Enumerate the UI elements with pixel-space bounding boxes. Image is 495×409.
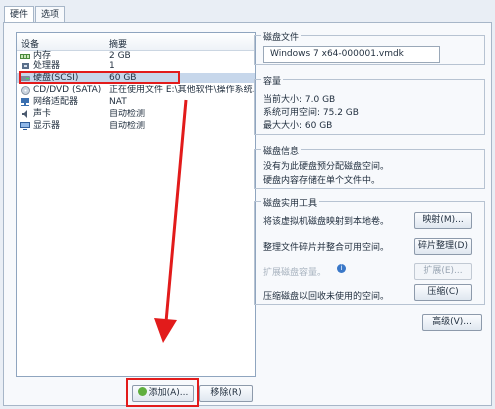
disk-file-field[interactable]: Windows 7 x64-000001.vmdk [263, 46, 440, 63]
remove-button[interactable]: 移除(R) [199, 385, 253, 402]
defrag-button[interactable]: 碎片整理(D) [414, 238, 472, 255]
device-list-header: 设备 摘要 [17, 33, 255, 51]
map-button[interactable]: 映射(M)... [414, 212, 472, 229]
compact-description: 压缩磁盘以回收未使用的空间。 [263, 292, 390, 302]
disk-utilities-group: 磁盘实用工具 将该虚拟机磁盘映射到本地卷。 映射(M)... 整理文件碎片并整合… [254, 196, 485, 305]
advanced-button[interactable]: 高级(V)... [422, 314, 482, 331]
available-space: 系统可用空间: 75.2 GB [263, 108, 359, 118]
summary-column-header[interactable]: 摘要 [109, 37, 127, 50]
device-summary: 自动检测 [109, 121, 146, 131]
device-row-memory[interactable]: 内存 2 GB [17, 51, 255, 61]
capacity-title: 容量 [261, 74, 284, 87]
expand-button[interactable]: 扩展(E)... [414, 263, 472, 280]
cpu-icon [20, 62, 30, 70]
disk-file-group: 磁盘文件 Windows 7 x64-000001.vmdk [254, 30, 485, 65]
defrag-description: 整理文件碎片并整合可用空间。 [263, 243, 390, 253]
network-icon [20, 98, 30, 106]
device-summary: 2 GB [109, 51, 131, 61]
disk-file-title: 磁盘文件 [261, 30, 302, 43]
device-row-display[interactable]: 显示器 自动检测 [17, 121, 255, 131]
current-size: 当前大小: 7.0 GB [263, 95, 336, 105]
disk-info-line-2: 硬盘内容存储在单个文件中。 [263, 176, 381, 186]
tab-options[interactable]: 选项 [35, 6, 66, 22]
capacity-group: 容量 当前大小: 7.0 GB 系统可用空间: 75.2 GB 最大大小: 60… [254, 74, 485, 135]
disk-utilities-title: 磁盘实用工具 [261, 196, 320, 209]
device-name: 处理器 [33, 61, 61, 71]
memory-icon [20, 52, 30, 60]
sound-icon [20, 110, 30, 118]
info-icon: i [337, 264, 346, 273]
compact-button[interactable]: 压缩(C) [414, 284, 472, 301]
disk-info-line-1: 没有为此硬盘预分配磁盘空间。 [263, 162, 390, 172]
device-summary: 正在使用文件 E:\其他软件\操作系统... [109, 85, 254, 95]
device-row-processor[interactable]: 处理器 1 [17, 61, 255, 71]
device-name: 显示器 [33, 121, 61, 131]
device-name: CD/DVD (SATA) [33, 85, 102, 95]
device-summary: 1 [109, 61, 115, 71]
device-name: 声卡 [33, 109, 52, 119]
max-size: 最大大小: 60 GB [263, 121, 333, 131]
add-highlight-box [126, 378, 199, 407]
device-name: 网络适配器 [33, 97, 79, 107]
device-name: 内存 [33, 51, 52, 61]
tab-hardware[interactable]: 硬件 [4, 6, 35, 22]
device-row-sound[interactable]: 声卡 自动检测 [17, 109, 255, 119]
harddisk-highlight-box [19, 71, 180, 84]
disk-info-title: 磁盘信息 [261, 144, 302, 157]
tab-strip: 硬件 选项 [4, 6, 66, 22]
device-summary: NAT [109, 97, 127, 107]
device-summary: 自动检测 [109, 109, 146, 119]
device-row-cd-dvd[interactable]: CD/DVD (SATA) 正在使用文件 E:\其他软件\操作系统... [17, 85, 255, 95]
disk-info-group: 磁盘信息 没有为此硬盘预分配磁盘空间。 硬盘内容存储在单个文件中。 [254, 144, 485, 189]
device-row-network[interactable]: 网络适配器 NAT [17, 97, 255, 107]
display-icon [20, 122, 30, 130]
map-description: 将该虚拟机磁盘映射到本地卷。 [263, 217, 390, 227]
device-column-header[interactable]: 设备 [21, 37, 39, 50]
expand-description: 扩展磁盘容量。 [263, 268, 327, 278]
cd-dvd-icon [20, 85, 30, 95]
